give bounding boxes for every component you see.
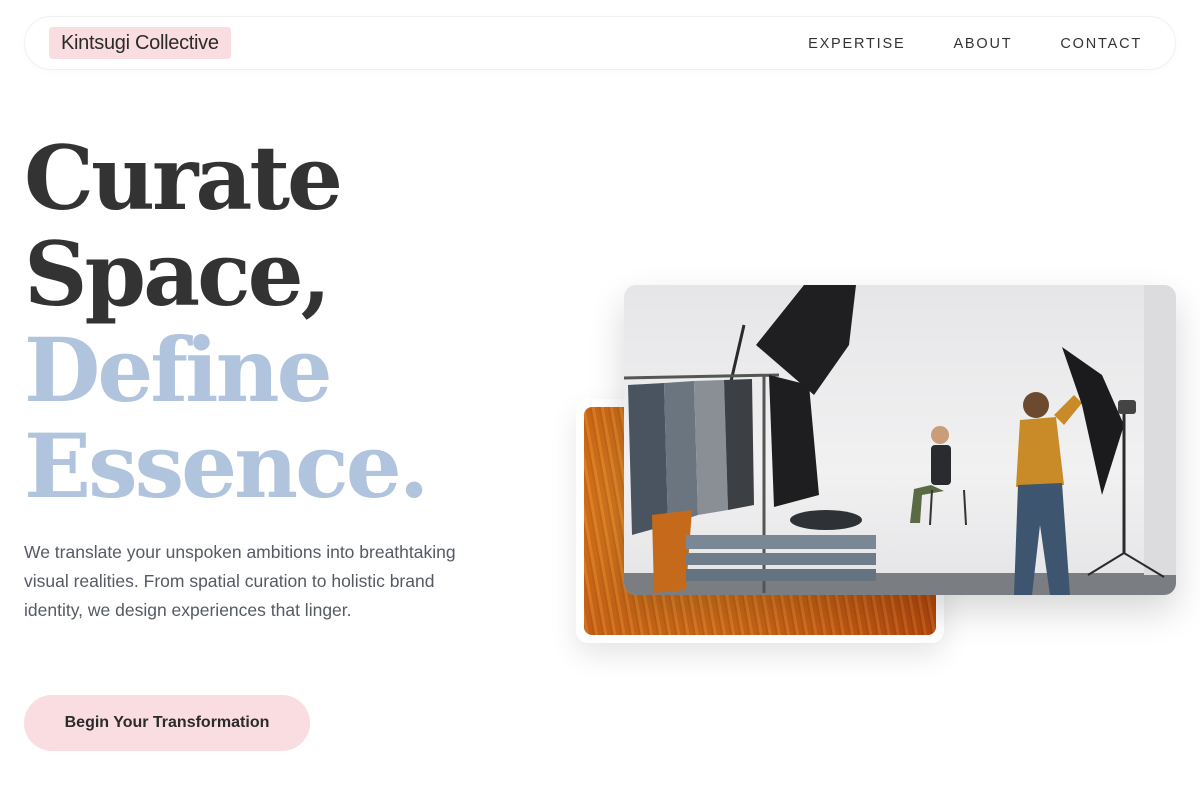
photographer-sweater bbox=[1016, 417, 1064, 487]
clothes-rack-bar bbox=[624, 373, 780, 380]
hero-description: We translate your unspoken ambitions int… bbox=[24, 542, 456, 620]
right-umbrella bbox=[1062, 347, 1124, 495]
nav-link-expertise[interactable]: EXPERTISE bbox=[808, 36, 905, 52]
strobe-head bbox=[1118, 400, 1136, 414]
pallet-mid bbox=[686, 553, 876, 565]
site-header: Kintsugi Collective EXPERTISE ABOUT CONT… bbox=[24, 16, 1176, 70]
shirt-plaid bbox=[694, 380, 728, 515]
pallet-bottom bbox=[686, 569, 876, 581]
jacket-3 bbox=[724, 379, 754, 510]
model-legs bbox=[910, 485, 944, 523]
bowl-prop bbox=[790, 510, 862, 530]
black-coat bbox=[769, 375, 819, 507]
headline-line-space: Space, bbox=[24, 222, 331, 326]
model-body bbox=[931, 445, 951, 485]
jacket-1 bbox=[628, 383, 668, 535]
brand-logo[interactable]: Kintsugi Collective bbox=[49, 27, 231, 59]
photographer-head bbox=[1023, 392, 1049, 418]
main-nav: EXPERTISE ABOUT CONTACT bbox=[808, 17, 1142, 71]
headline-line-essence: Essence. bbox=[24, 414, 429, 518]
begin-transformation-button[interactable]: Begin Your Transformation bbox=[24, 695, 310, 751]
nav-link-contact[interactable]: CONTACT bbox=[1060, 36, 1142, 52]
jacket-2 bbox=[664, 381, 698, 525]
studio-photo-illustration bbox=[624, 285, 1176, 595]
nav-link-about[interactable]: ABOUT bbox=[953, 36, 1012, 52]
pallet-top bbox=[686, 535, 876, 549]
wall-edge bbox=[1144, 285, 1176, 575]
photo-studio-image bbox=[624, 285, 1176, 595]
headline-line-curate: Curate bbox=[24, 126, 343, 230]
headline-line-define: Define bbox=[24, 318, 333, 422]
model-head bbox=[931, 426, 949, 444]
hero-headline: Curate Space, Define Essence. bbox=[24, 126, 429, 518]
